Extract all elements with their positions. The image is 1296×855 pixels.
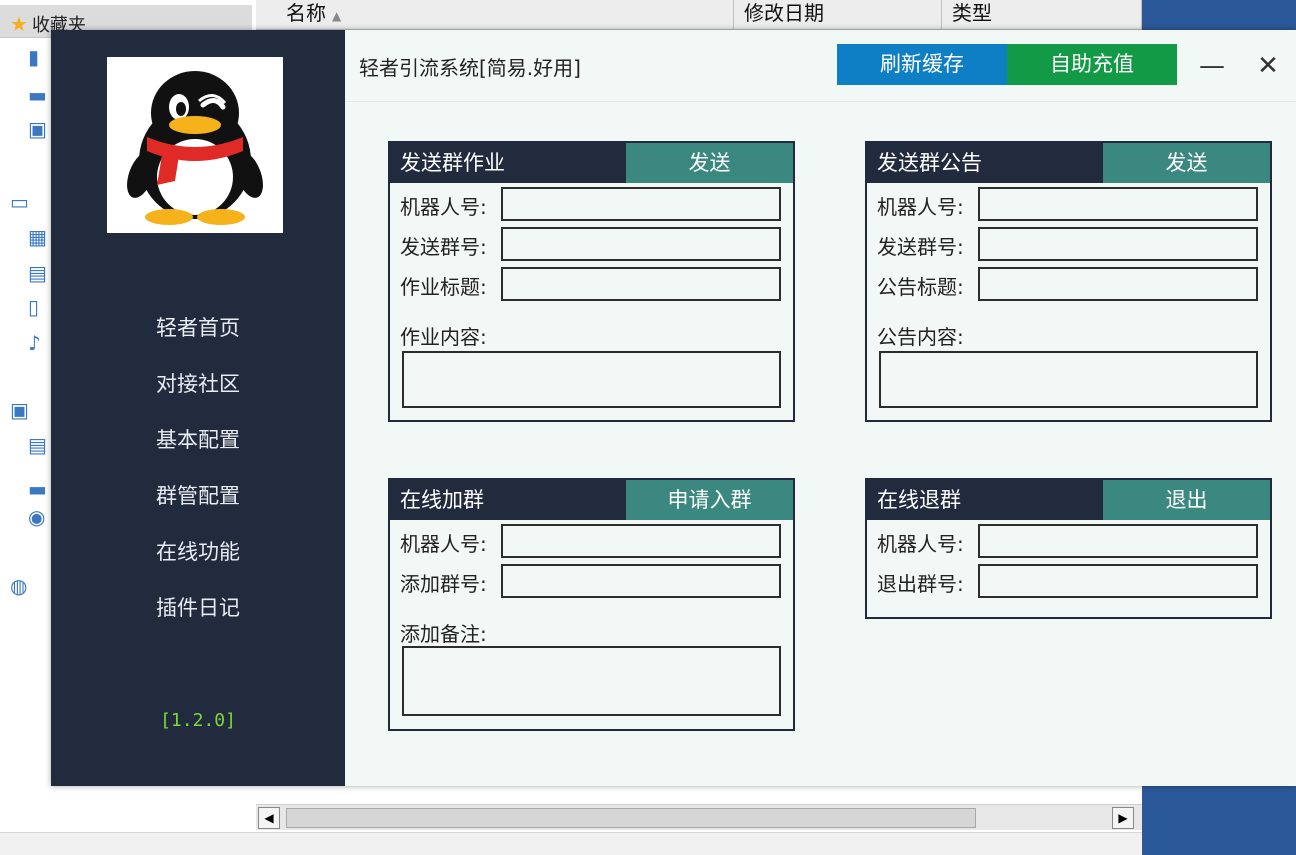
notice-title-label: 公告标题: (877, 275, 964, 299)
video-icon[interactable]: ▦ (28, 226, 50, 248)
robot-id-label: 机器人号: (400, 532, 487, 556)
recharge-button[interactable]: 自助充值 (1007, 44, 1177, 85)
homework-content-input[interactable] (402, 351, 781, 408)
robot-id-label: 机器人号: (400, 195, 487, 219)
nav-item-basic-config[interactable]: 基本配置 (51, 424, 345, 454)
panel-header: 在线退群 退出 (867, 480, 1270, 520)
notice-content-input[interactable] (879, 351, 1258, 408)
panel-quit-group: 在线退群 退出 机器人号: 退出群号: (865, 478, 1272, 619)
group-id-input[interactable] (978, 227, 1258, 261)
panel-title: 在线加群 (400, 488, 484, 512)
add-group-id-input[interactable] (501, 564, 781, 598)
nav-item-plugin-log[interactable]: 插件日记 (51, 592, 345, 622)
notice-content-label: 公告内容: (877, 325, 964, 349)
send-notice-button[interactable]: 发送 (1103, 143, 1270, 183)
title-bar: 轻者引流系统[简易.好用] 刷新缓存 自助充值 — ✕ (345, 30, 1296, 102)
robot-id-input[interactable] (978, 187, 1258, 221)
group-id-input[interactable] (501, 227, 781, 261)
column-name[interactable]: 名称 ▲ (256, 0, 734, 30)
removable-drive-icon[interactable]: ▬ (28, 478, 50, 500)
group-id-label: 发送群号: (400, 235, 487, 259)
library-icon[interactable]: ▭ (10, 190, 34, 214)
folder-icon[interactable]: ▮ (28, 46, 50, 68)
panel-send-notice: 发送群公告 发送 机器人号: 发送群号: 公告标题: 公告内容: (865, 141, 1272, 422)
nav-item-online-functions[interactable]: 在线功能 (51, 536, 345, 566)
homework-title-label: 作业标题: (400, 275, 487, 299)
robot-id-input[interactable] (501, 524, 781, 558)
panel-header: 发送群作业 发送 (390, 143, 793, 183)
column-type[interactable]: 类型 (942, 0, 1142, 30)
network-globe-icon[interactable]: ◍ (10, 574, 34, 598)
sort-arrow-icon: ▲ (332, 9, 342, 23)
main-content: 轻者引流系统[简易.好用] 刷新缓存 自助充值 — ✕ 发送群作业 发送 机器人… (345, 30, 1296, 786)
quit-group-id-input[interactable] (978, 564, 1258, 598)
notice-title-input[interactable] (978, 267, 1258, 301)
app-title: 轻者引流系统[简易.好用] (359, 56, 581, 80)
homework-title-input[interactable] (501, 267, 781, 301)
column-modified[interactable]: 修改日期 (734, 0, 942, 30)
refresh-cache-button[interactable]: 刷新缓存 (837, 44, 1007, 85)
sidebar: 轻者首页 对接社区 基本配置 群管配置 在线功能 插件日记 [1.2.0] (51, 30, 345, 786)
horizontal-scrollbar[interactable]: ◀ ▶ (256, 804, 1142, 830)
document-icon[interactable]: ▯ (28, 296, 50, 318)
join-remark-input[interactable] (402, 646, 781, 716)
close-icon[interactable]: ✕ (1253, 48, 1283, 84)
cd-icon[interactable]: ◉ (28, 506, 50, 528)
robot-id-input[interactable] (501, 187, 781, 221)
desktop-icon[interactable]: ▬ (28, 84, 50, 106)
panel-title: 发送群公告 (877, 151, 982, 175)
robot-id-label: 机器人号: (877, 532, 964, 556)
panel-title: 在线退群 (877, 488, 961, 512)
add-group-id-label: 添加群号: (400, 572, 487, 596)
app-window: 轻者首页 对接社区 基本配置 群管配置 在线功能 插件日记 [1.2.0] 轻者… (51, 30, 1296, 786)
panel-join-group: 在线加群 申请入群 机器人号: 添加群号: 添加备注: (388, 478, 795, 731)
quit-group-id-label: 退出群号: (877, 572, 964, 596)
nav-item-group-config[interactable]: 群管配置 (51, 480, 345, 510)
scrollbar-thumb[interactable] (286, 808, 976, 828)
music-icon[interactable]: ♪ (28, 332, 50, 354)
scroll-right-icon[interactable]: ▶ (1112, 807, 1134, 829)
version-label: [1.2.0] (160, 710, 236, 731)
minimize-icon[interactable]: — (1197, 48, 1227, 84)
apply-join-button[interactable]: 申请入群 (626, 480, 793, 520)
panel-header: 在线加群 申请入群 (390, 480, 793, 520)
picture-icon[interactable]: ▤ (28, 262, 50, 284)
explorer-details-bar (0, 832, 1142, 855)
computer-icon[interactable]: ▣ (10, 398, 34, 422)
homework-content-label: 作业内容: (400, 325, 487, 349)
send-homework-button[interactable]: 发送 (626, 143, 793, 183)
panel-header: 发送群公告 发送 (867, 143, 1270, 183)
quit-group-button[interactable]: 退出 (1103, 480, 1270, 520)
nav-item-home[interactable]: 轻者首页 (51, 312, 345, 342)
panel-title: 发送群作业 (400, 151, 505, 175)
robot-id-input[interactable] (978, 524, 1258, 558)
qq-penguin-logo (107, 57, 283, 233)
drive-icon[interactable]: ▤ (28, 434, 50, 456)
star-icon: ★ (10, 12, 28, 36)
explorer-column-header: 名称 ▲ 修改日期 类型 (256, 0, 1142, 30)
panel-send-homework: 发送群作业 发送 机器人号: 发送群号: 作业标题: 作业内容: (388, 141, 795, 422)
nav-item-community[interactable]: 对接社区 (51, 368, 345, 398)
robot-id-label: 机器人号: (877, 195, 964, 219)
join-remark-label: 添加备注: (400, 622, 487, 646)
group-id-label: 发送群号: (877, 235, 964, 259)
penguin-icon (127, 71, 263, 225)
network-icon[interactable]: ▣ (28, 118, 50, 140)
scroll-left-icon[interactable]: ◀ (258, 807, 280, 829)
